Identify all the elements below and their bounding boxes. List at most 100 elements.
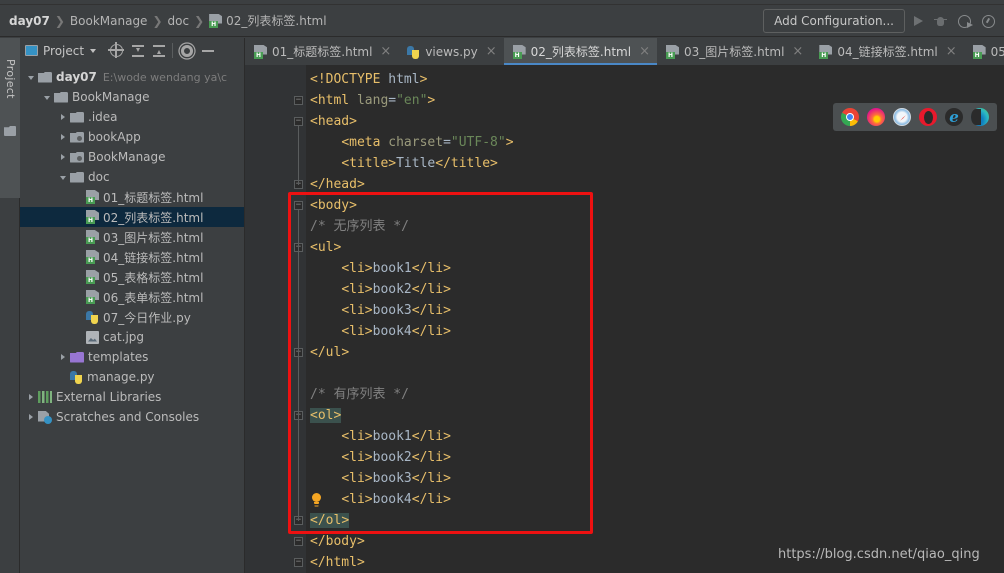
code-line-12[interactable]: <li>book3</li> bbox=[310, 300, 451, 321]
project-panel-title[interactable]: Project bbox=[25, 44, 97, 58]
tree-item-03_图片标签html[interactable]: 03_图片标签.html bbox=[20, 227, 244, 247]
code-line-24[interactable]: </html> bbox=[310, 552, 365, 573]
tool-button-project[interactable]: Project bbox=[0, 38, 20, 198]
collapse-all-button[interactable] bbox=[148, 40, 169, 61]
code-line-23[interactable]: </body> bbox=[310, 531, 365, 552]
editor-tab-5[interactable]: 04_链接标签.html × bbox=[810, 38, 963, 65]
code-line-2[interactable]: <html lang="en"> bbox=[310, 90, 435, 111]
editor-tab-3[interactable]: 02_列表标签.html × bbox=[503, 38, 658, 65]
tree-item-07_今日作业py[interactable]: 07_今日作业.py bbox=[20, 307, 244, 327]
code-line-17[interactable]: <ol> bbox=[310, 405, 342, 426]
code-line-3[interactable]: <head> bbox=[310, 111, 357, 132]
breadcrumb-item-day07[interactable]: day07 bbox=[9, 5, 50, 36]
chevron-down-icon[interactable] bbox=[42, 87, 54, 107]
tree-item-bookmanage[interactable]: BookManage bbox=[20, 147, 244, 167]
editor-tab-4[interactable]: 03_图片标签.html × bbox=[657, 38, 810, 65]
tree-item-idea[interactable]: .idea bbox=[20, 107, 244, 127]
opera-icon[interactable] bbox=[919, 108, 937, 126]
run-coverage-icon[interactable] bbox=[958, 14, 973, 28]
code-line-20[interactable]: <li>book3</li> bbox=[310, 468, 451, 489]
tree-item-label: 01_标题标签.html bbox=[103, 190, 204, 205]
code-line-9[interactable]: <ul> bbox=[310, 237, 341, 258]
profile-icon[interactable] bbox=[982, 14, 995, 28]
code-line-11[interactable]: <li>book2</li> bbox=[310, 279, 451, 300]
editor-tab-2[interactable]: views.py × bbox=[398, 38, 503, 65]
breadcrumb-item-doc[interactable]: doc bbox=[168, 5, 190, 36]
tree-item-catjpg[interactable]: cat.jpg bbox=[20, 327, 244, 347]
code-line-16[interactable]: /* 有序列表 */ bbox=[310, 384, 409, 405]
code-folding-gutter[interactable] bbox=[292, 65, 306, 573]
code-line-1[interactable]: <!DOCTYPE html> bbox=[310, 69, 427, 90]
run-icon[interactable] bbox=[914, 16, 923, 26]
code-line-7[interactable]: <body> bbox=[310, 195, 357, 216]
tree-item-02_列表标签html[interactable]: 02_列表标签.html bbox=[20, 207, 244, 227]
tree-item-templates[interactable]: templates bbox=[20, 347, 244, 367]
fold-marker-line-7[interactable]: − bbox=[294, 201, 303, 210]
debug-icon[interactable] bbox=[934, 15, 947, 28]
chevron-right-icon[interactable] bbox=[58, 347, 70, 367]
editor-tab-label: 01_标题标签.html bbox=[272, 45, 373, 59]
edge-icon[interactable] bbox=[971, 108, 989, 126]
code-line-8[interactable]: /* 无序列表 */ bbox=[310, 216, 409, 237]
code-line-18[interactable]: <li>book1</li> bbox=[310, 426, 451, 447]
ie-icon[interactable]: e bbox=[945, 108, 963, 126]
fold-marker-line-3[interactable]: − bbox=[294, 117, 303, 126]
code-editor[interactable]: 123456789101112131415161718192021222324 … bbox=[245, 65, 1004, 573]
tree-item-day07[interactable]: day07 E:\wode wendang ya\c bbox=[20, 67, 244, 87]
tree-item-01_标题标签html[interactable]: 01_标题标签.html bbox=[20, 187, 244, 207]
fold-marker-line-2[interactable]: − bbox=[294, 96, 303, 105]
editor-tab-6[interactable]: 05_表格标签 bbox=[964, 38, 1004, 65]
chevron-right-icon[interactable] bbox=[58, 127, 70, 147]
settings-button[interactable] bbox=[176, 40, 197, 61]
chrome-icon[interactable] bbox=[841, 108, 859, 126]
tree-item-externallibraries[interactable]: External Libraries bbox=[20, 387, 244, 407]
tree-item-05_表格标签html[interactable]: 05_表格标签.html bbox=[20, 267, 244, 287]
safari-icon[interactable] bbox=[893, 108, 911, 126]
code-line-19[interactable]: <li>book2</li> bbox=[310, 447, 451, 468]
code-line-14[interactable]: </ul> bbox=[310, 342, 349, 363]
tree-item-managepy[interactable]: manage.py bbox=[20, 367, 244, 387]
pycharm-window: day07 ❯ BookManage ❯ doc ❯ 02_列表标签.html … bbox=[0, 0, 1004, 573]
code-line-21[interactable]: <li>book4</li> bbox=[310, 489, 451, 510]
firefox-icon[interactable] bbox=[867, 108, 885, 126]
close-icon[interactable]: × bbox=[946, 45, 957, 58]
chevron-down-icon[interactable] bbox=[26, 67, 38, 87]
breadcrumb-separator: ❯ bbox=[194, 13, 205, 28]
intention-bulb-icon[interactable] bbox=[311, 493, 322, 506]
html-file-icon bbox=[86, 290, 99, 304]
close-icon[interactable]: × bbox=[792, 45, 803, 58]
locate-target-button[interactable] bbox=[106, 40, 127, 61]
line-number-gutter bbox=[245, 65, 292, 573]
tree-item-scratchesandconsoles[interactable]: Scratches and Consoles bbox=[20, 407, 244, 427]
tree-item-bookmanage[interactable]: BookManage bbox=[20, 87, 244, 107]
fold-marker-line-23[interactable]: − bbox=[294, 537, 303, 546]
code-line-5[interactable]: <title>Title</title> bbox=[310, 153, 498, 174]
fold-marker-line-24[interactable]: − bbox=[294, 558, 303, 567]
code-line-6[interactable]: </head> bbox=[310, 174, 365, 195]
hide-panel-button[interactable] bbox=[197, 40, 218, 61]
code-text-area[interactable]: <!DOCTYPE html> <html lang="en"> <head> <m… bbox=[306, 65, 1004, 573]
chevron-down-icon[interactable] bbox=[58, 167, 70, 187]
close-icon[interactable]: × bbox=[380, 45, 391, 58]
watermark-text: https://blog.csdn.net/qiao_qing bbox=[778, 547, 980, 562]
expand-all-button[interactable] bbox=[127, 40, 148, 61]
code-line-4[interactable]: <meta charset="UTF-8"> bbox=[310, 132, 513, 153]
tree-item-06_表单标签html[interactable]: 06_表单标签.html bbox=[20, 287, 244, 307]
code-line-10[interactable]: <li>book1</li> bbox=[310, 258, 451, 279]
chevron-right-icon[interactable] bbox=[58, 107, 70, 127]
tree-item-doc[interactable]: doc bbox=[20, 167, 244, 187]
breadcrumb-item-file[interactable]: 02_列表标签.html bbox=[209, 5, 327, 36]
chevron-right-icon[interactable] bbox=[26, 407, 38, 427]
editor-tab-1[interactable]: 01_标题标签.html × bbox=[245, 38, 398, 65]
chevron-down-icon[interactable] bbox=[90, 48, 97, 53]
chevron-right-icon[interactable] bbox=[58, 147, 70, 167]
close-icon[interactable]: × bbox=[639, 45, 650, 58]
add-configuration-button[interactable]: Add Configuration... bbox=[763, 9, 905, 33]
close-icon[interactable]: × bbox=[486, 45, 497, 58]
breadcrumb-item-bookmanage[interactable]: BookManage bbox=[70, 5, 148, 36]
tree-item-bookapp[interactable]: bookApp bbox=[20, 127, 244, 147]
code-line-13[interactable]: <li>book4</li> bbox=[310, 321, 451, 342]
code-line-22[interactable]: </ol> bbox=[310, 510, 350, 531]
tree-item-04_链接标签html[interactable]: 04_链接标签.html bbox=[20, 247, 244, 267]
chevron-right-icon[interactable] bbox=[26, 387, 38, 407]
